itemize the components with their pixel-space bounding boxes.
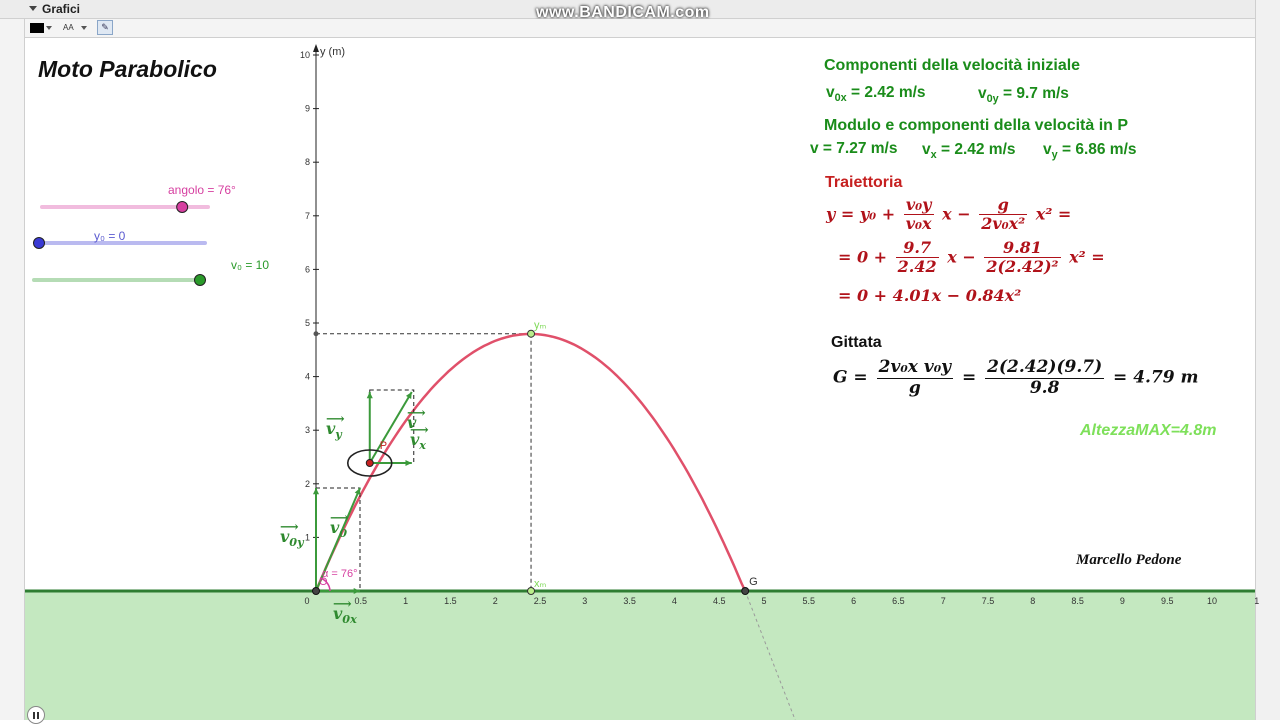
vector-v0-label: ⟶ v0 [330, 511, 349, 541]
slider-y0-handle[interactable] [33, 237, 45, 249]
y-tick-label: 5 [305, 318, 310, 328]
point-g[interactable] [741, 587, 750, 595]
v0y-value: v0y = 9.7 m/s [978, 85, 1069, 106]
ground-area [25, 591, 1255, 720]
point-p-label: P [380, 440, 387, 452]
x-tick-label: 8 [1030, 596, 1035, 606]
vector-v0y-label: ⟶ v0y [280, 520, 304, 550]
x-tick-label: 6 [851, 596, 856, 606]
vector-v [368, 391, 413, 464]
x-tick-label: 7 [941, 596, 946, 606]
y-tick-label: 7 [305, 211, 310, 221]
origin-label: O [319, 576, 328, 588]
vy-value: vy = 6.86 m/s [1043, 141, 1137, 162]
point-g-label: G [749, 576, 758, 588]
y-tick-label: 6 [305, 264, 310, 274]
max-height-text: AltezzaMAX=4.8m [1080, 422, 1217, 439]
x-tick-label: 4 [672, 596, 677, 606]
x-tick-label: 8.5 [1071, 596, 1084, 606]
trajectory-equation-1: y = y₀ + v₀y v₀x x − g 2v₀x² x² = [826, 195, 1072, 234]
x-tick-label: 1.5 [444, 596, 457, 606]
x-tick-label: 3.5 [623, 596, 636, 606]
x-tick-label: 2.5 [534, 596, 547, 606]
x-tick-label: 7.5 [982, 596, 995, 606]
trajectory-equation-2: = 0 + 9.7 2.42 x − 9.81 2(2.42)² x² = [838, 238, 1105, 277]
components-heading: Componenti della velocità iniziale [824, 57, 1081, 74]
y-tick-label: 10 [300, 50, 310, 60]
x-tick-label: 9 [1120, 596, 1125, 606]
x-tick-label: 1 [1254, 596, 1259, 606]
x-tick-label: 5.5 [803, 596, 816, 606]
x-tick-label: 6.5 [892, 596, 905, 606]
point-xm-label: xₘ [534, 578, 547, 590]
range-equation: G = 2v₀x v₀y g = 2(2.42)(9.7) 9.8 = 4.79 m [833, 357, 1199, 398]
x-tick-label: 5 [761, 596, 766, 606]
author-credit: Marcello Pedone [1076, 552, 1182, 568]
y-tick-label: 2 [305, 479, 310, 489]
module-heading: Modulo e componenti della velocità in P [824, 117, 1129, 134]
vector-vx-label: ⟶ vx [410, 423, 429, 453]
x-tick-label: 0 [304, 596, 309, 606]
trajectory-equation-3: = 0 + 4.01x − 0.84x² [838, 286, 1022, 305]
x-tick-label: 10 [1207, 596, 1217, 606]
vector-v0y-head-icon [312, 488, 320, 495]
y-tick-label: 8 [305, 157, 310, 167]
vector-vy-label: ⟶ vy [326, 412, 345, 442]
y-tick-label: 4 [305, 372, 310, 382]
x-tick-label: 9.5 [1161, 596, 1174, 606]
v0x-value: v0x = 2.42 m/s [826, 84, 926, 105]
vx-value: vx = 2.42 m/s [922, 141, 1016, 162]
x-tick-label: 2 [493, 596, 498, 606]
point-ym-label: yₘ [534, 320, 547, 332]
slider-v0-label: v₀ = 10 [231, 258, 270, 272]
v-value: v = 7.27 m/s [810, 140, 898, 157]
vector-vy-head-icon [366, 392, 373, 399]
max-height-axis-point [313, 331, 319, 337]
slider-y0-label: y₀ = 0 [94, 229, 126, 243]
y-tick-label: 1 [305, 532, 310, 542]
trajectory-heading: Traiettoria [825, 174, 903, 191]
origin-point[interactable] [312, 587, 320, 595]
x-tick-label: 4.5 [713, 596, 726, 606]
slider-angolo-label: angolo = 76° [168, 183, 236, 197]
x-tick-label: 3 [582, 596, 587, 606]
x-tick-label: 1 [403, 596, 408, 606]
vector-vx-head-icon [405, 459, 412, 467]
point-p[interactable] [365, 459, 374, 467]
y-axis-arrow-icon [313, 44, 319, 52]
vector-v0x-label: ⟶ v0x [333, 597, 357, 627]
y-tick-label: 9 [305, 104, 310, 114]
range-heading: Gittata [831, 334, 882, 351]
slider-v0-handle[interactable] [194, 274, 206, 286]
y-axis-label: y (m) [320, 46, 345, 58]
pause-animation-button[interactable] [27, 706, 45, 724]
slider-angolo-handle[interactable] [176, 201, 189, 213]
y-tick-label: 3 [305, 425, 310, 435]
page-title: Moto Parabolico [38, 56, 217, 82]
